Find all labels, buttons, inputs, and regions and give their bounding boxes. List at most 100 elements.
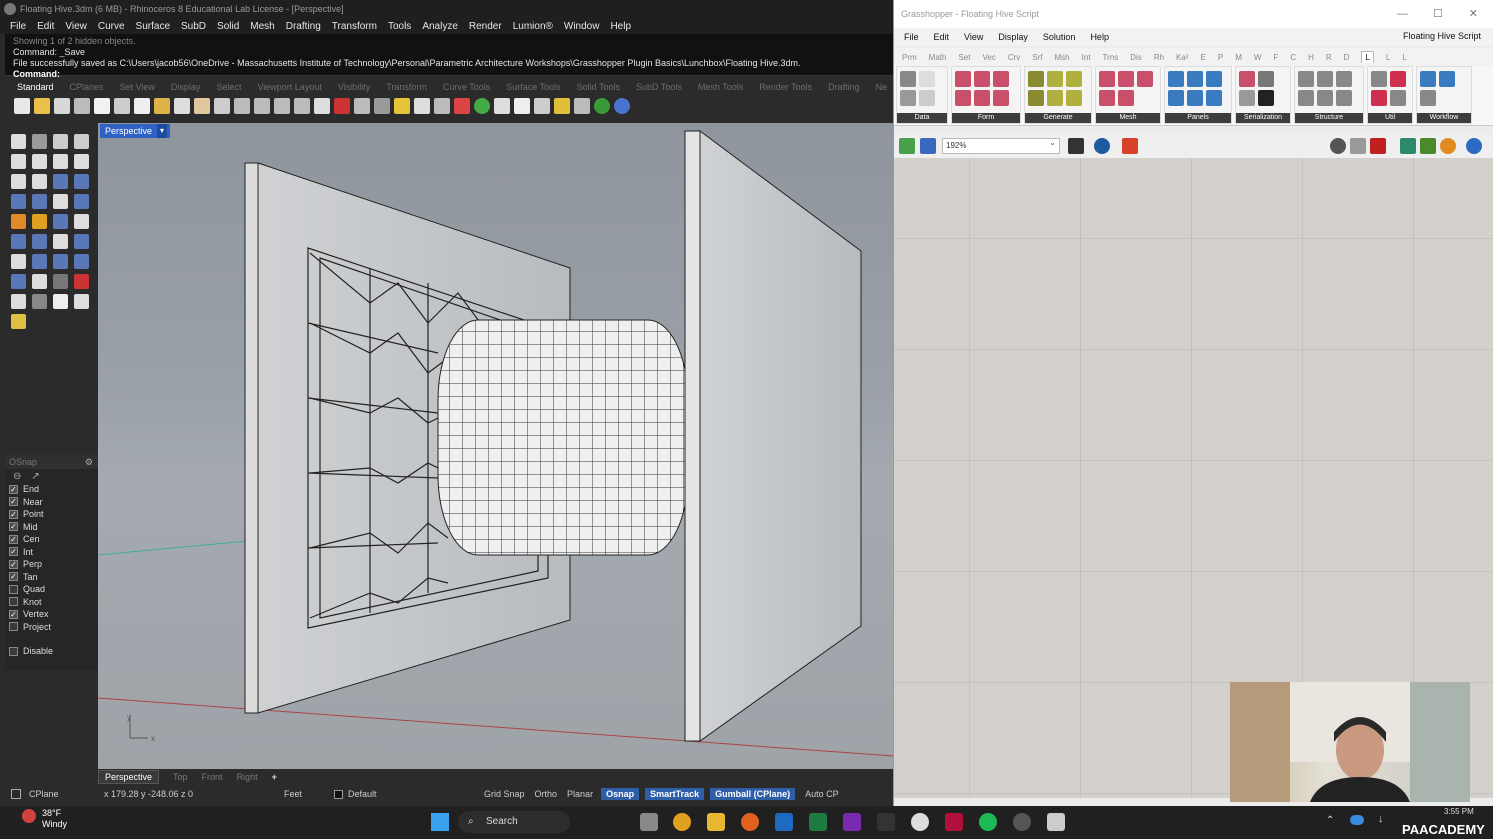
tab-subd-tools[interactable]: SubD Tools <box>636 82 682 92</box>
snap-grid-icon[interactable] <box>53 274 68 289</box>
util-icon[interactable] <box>1390 90 1406 106</box>
gh-tab[interactable]: Srf <box>1032 53 1042 62</box>
gh-tab[interactable]: Math <box>929 53 947 62</box>
vp-tab-front[interactable]: Front <box>202 772 223 782</box>
clock[interactable]: 3:55 PM <box>1444 807 1474 816</box>
render-icon[interactable] <box>454 98 470 114</box>
panel-icon[interactable] <box>1187 71 1203 87</box>
grasshopper-icon[interactable] <box>594 98 610 114</box>
download-icon[interactable]: ↓ <box>1378 813 1384 825</box>
onedrive-icon[interactable] <box>1350 815 1364 825</box>
gh-tab[interactable]: Trns <box>1103 53 1119 62</box>
cage-icon[interactable] <box>11 294 26 309</box>
render-preview-icon[interactable] <box>74 274 89 289</box>
gh-menu-display[interactable]: Display <box>998 32 1028 42</box>
menu-transform[interactable]: Transform <box>332 21 377 32</box>
status-units[interactable]: Feet <box>284 789 334 799</box>
status-layer[interactable]: Default <box>348 789 484 799</box>
form-icon[interactable] <box>955 90 971 106</box>
gh-menu-help[interactable]: Help <box>1090 32 1109 42</box>
gh-menu-solution[interactable]: Solution <box>1043 32 1076 42</box>
panel-icon[interactable] <box>1206 90 1222 106</box>
select-icon[interactable] <box>394 98 410 114</box>
menu-surface[interactable]: Surface <box>136 21 170 32</box>
gh-tab[interactable]: H <box>1308 53 1314 62</box>
checkbox[interactable] <box>9 584 18 594</box>
gh-tab[interactable]: C <box>1290 53 1296 62</box>
tab-solid-tools[interactable]: Solid Tools <box>577 82 620 92</box>
tab-display[interactable]: Display <box>171 82 201 92</box>
menu-view[interactable]: View <box>65 21 87 32</box>
tab-select[interactable]: Select <box>216 82 241 92</box>
polyline-icon[interactable] <box>53 134 68 149</box>
mesh-panel-icon[interactable] <box>1137 71 1153 87</box>
status-smarttrack[interactable]: SmartTrack <box>645 788 705 800</box>
panel-icon[interactable] <box>1168 90 1184 106</box>
util-icon[interactable] <box>1390 71 1406 87</box>
status-grid-snap[interactable]: Grid Snap <box>484 789 525 799</box>
weather-icon[interactable] <box>22 809 36 823</box>
osnap-item-cen[interactable]: ✓ Cen <box>5 533 98 546</box>
print-icon[interactable] <box>74 98 90 114</box>
weather-widget[interactable]: 38°F Windy <box>42 808 67 830</box>
osnap-item-tan[interactable]: ✓ Tan <box>5 571 98 584</box>
cylinder-icon[interactable] <box>53 194 68 209</box>
boolean-icon[interactable] <box>74 194 89 209</box>
car-icon[interactable] <box>334 98 350 114</box>
menu-window[interactable]: Window <box>564 21 600 32</box>
form-icon[interactable] <box>993 71 1009 87</box>
vp-tab-top[interactable]: Top <box>173 772 188 782</box>
gh-tab[interactable]: Crv <box>1008 53 1020 62</box>
ellipse-icon[interactable] <box>32 154 47 169</box>
menu-curve[interactable]: Curve <box>98 21 125 32</box>
excel-icon[interactable] <box>809 813 827 831</box>
gh-tab[interactable]: D <box>1344 53 1350 62</box>
gh-tab[interactable]: Int <box>1082 53 1091 62</box>
menu-help[interactable]: Help <box>610 21 631 32</box>
generate-icon[interactable] <box>1028 71 1044 87</box>
analyze-icon[interactable] <box>11 274 26 289</box>
osnap-disable-row[interactable]: Disable <box>5 645 98 658</box>
array-icon[interactable] <box>32 234 47 249</box>
sphere-solid-icon[interactable] <box>32 194 47 209</box>
gh-tab-lunchbox[interactable]: L <box>1361 51 1374 63</box>
chevron-down-icon[interactable]: ▾ <box>157 124 168 138</box>
osnap-item-mid[interactable]: ✓ Mid <box>5 521 98 534</box>
new-file-icon[interactable] <box>14 98 30 114</box>
zoom-extents-icon[interactable] <box>1068 138 1084 154</box>
mesh-panel-icon[interactable] <box>1118 90 1134 106</box>
open-file-icon[interactable] <box>34 98 50 114</box>
menu-mesh[interactable]: Mesh <box>250 21 274 32</box>
tab-viewport-layout[interactable]: Viewport Layout <box>257 82 321 92</box>
json-icon[interactable] <box>919 71 935 87</box>
tab-cplanes[interactable]: CPlanes <box>70 82 104 92</box>
checkbox[interactable]: ✓ <box>9 497 18 507</box>
firefox-icon[interactable] <box>741 813 759 831</box>
rhino-taskbar-icon[interactable] <box>1047 813 1065 831</box>
structure-icon[interactable] <box>1298 90 1314 106</box>
viewport-title-tab[interactable]: Perspective ▾ <box>100 124 171 138</box>
material-preview-icon[interactable] <box>1440 138 1456 154</box>
windows-start-icon[interactable] <box>431 813 449 831</box>
status-planar[interactable]: Planar <box>567 789 593 799</box>
workflow-icon[interactable] <box>1420 90 1436 106</box>
menu-tools[interactable]: Tools <box>388 21 411 32</box>
spotify-icon[interactable] <box>979 813 997 831</box>
barcode-icon[interactable] <box>1239 90 1255 106</box>
checkbox[interactable] <box>9 646 18 656</box>
zoom-extents-icon[interactable] <box>274 98 290 114</box>
checkbox[interactable]: ✓ <box>9 547 18 557</box>
window-icon[interactable] <box>11 789 21 799</box>
light-tool-icon[interactable] <box>11 314 26 329</box>
triangle-panel-icon[interactable] <box>1066 90 1082 106</box>
menu-file[interactable]: File <box>10 21 26 32</box>
preview-wire-icon[interactable] <box>1330 138 1346 154</box>
gh-menu-file[interactable]: File <box>904 32 919 42</box>
form-icon[interactable] <box>974 90 990 106</box>
gh-document-name[interactable]: Floating Hive Script <box>1403 31 1481 41</box>
hatch-icon[interactable] <box>53 254 68 269</box>
extrude-icon[interactable] <box>74 174 89 189</box>
gh-tab[interactable]: Rh <box>1154 53 1164 62</box>
close-icon[interactable]: ✕ <box>1469 0 1478 28</box>
gh-tab[interactable]: Set <box>958 53 970 62</box>
